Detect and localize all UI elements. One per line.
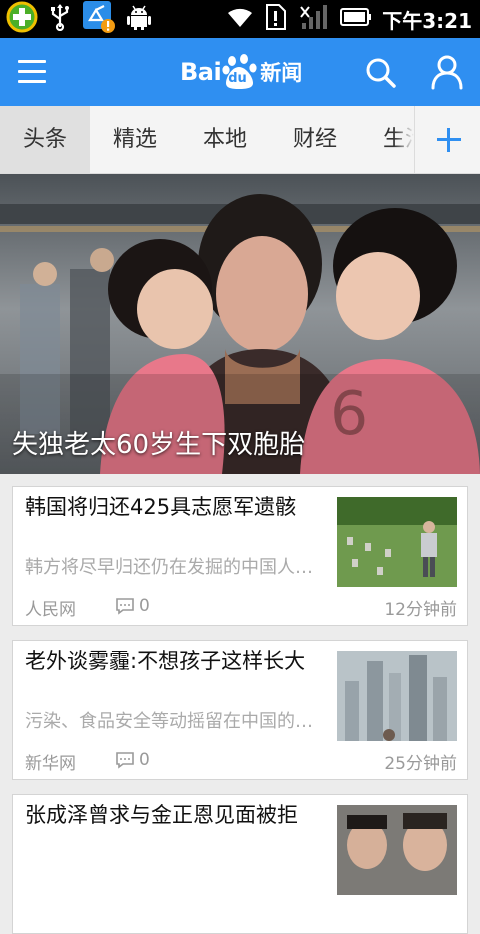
news-card[interactable]: 张成泽曾求与金正恩见面被拒 (12, 794, 468, 934)
hero-caption: 失独老太60岁生下双胞胎 (12, 430, 306, 460)
user-button[interactable] (430, 54, 464, 90)
news-title: 张成泽曾求与金正恩见面被拒 (25, 803, 298, 827)
status-bar-right: 下午3:21 (226, 3, 472, 35)
sync-alert-icon (82, 0, 116, 38)
news-title: 老外谈雾霾:不想孩子这样长大 (25, 649, 306, 673)
usb-icon (48, 3, 72, 35)
app-icon (6, 1, 38, 37)
signal-icon (300, 3, 330, 35)
news-time: 25分钟前 (384, 754, 457, 774)
comment-count-text: 0 (139, 596, 150, 616)
status-bar-left (6, 0, 152, 38)
news-card[interactable]: 老外谈雾霾:不想孩子这样长大 污染、食品安全等动摇留在中国的决心 新华网 0 2… (12, 640, 468, 780)
paw-logo-icon: du (222, 53, 258, 91)
baidu-news-logo: Bai du 新闻 (180, 52, 302, 92)
news-source: 人民网 (25, 600, 76, 620)
news-summary: 污染、食品安全等动摇留在中国的决心 (25, 711, 325, 732)
search-icon (366, 58, 396, 88)
logo-text-news: 新闻 (260, 61, 303, 85)
news-card[interactable]: 韩国将归还425具志愿军遗骸 韩方将尽早归还仍在发掘的中国人民志愿军遗骸 人民网… (12, 486, 468, 626)
tab-headlines[interactable]: 头条 (0, 106, 90, 173)
tab-finance[interactable]: 财经 (270, 106, 360, 173)
news-thumbnail (337, 497, 457, 587)
news-title: 韩国将归还425具志愿军遗骸 (25, 495, 297, 519)
status-bar: 下午3:21 (0, 0, 480, 38)
comment-count[interactable]: 0 (115, 749, 150, 771)
battery-icon (340, 6, 372, 32)
sim-alert-icon (264, 3, 290, 35)
news-summary: 韩方将尽早归还仍在发掘的中国人民志愿军遗骸 (25, 557, 325, 578)
category-tabs: 头条 精选 本地 财经 生活 (0, 106, 480, 174)
add-category-button[interactable] (414, 106, 480, 173)
comment-icon (116, 752, 134, 769)
android-debug-icon (126, 3, 152, 35)
comment-icon (116, 598, 134, 615)
search-button[interactable] (364, 56, 398, 90)
news-source: 新华网 (25, 754, 76, 774)
user-icon (431, 55, 463, 90)
menu-button[interactable] (16, 56, 48, 88)
news-thumbnail (337, 805, 457, 895)
comment-count[interactable]: 0 (115, 595, 150, 617)
menu-icon (18, 60, 46, 63)
hero-banner[interactable]: 6 失独老太60岁生下双胞胎 (0, 174, 480, 474)
tab-featured[interactable]: 精选 (90, 106, 180, 173)
logo-text-du: du (228, 71, 247, 86)
news-thumbnail (337, 651, 457, 741)
comment-count-text: 0 (139, 750, 150, 770)
logo-text-bai: Bai (180, 58, 222, 86)
status-time: 下午3:21 (382, 8, 472, 33)
tab-local[interactable]: 本地 (180, 106, 270, 173)
wifi-icon (226, 5, 254, 33)
app-header: Bai du 新闻 (0, 38, 480, 106)
news-time: 12分钟前 (384, 600, 457, 620)
